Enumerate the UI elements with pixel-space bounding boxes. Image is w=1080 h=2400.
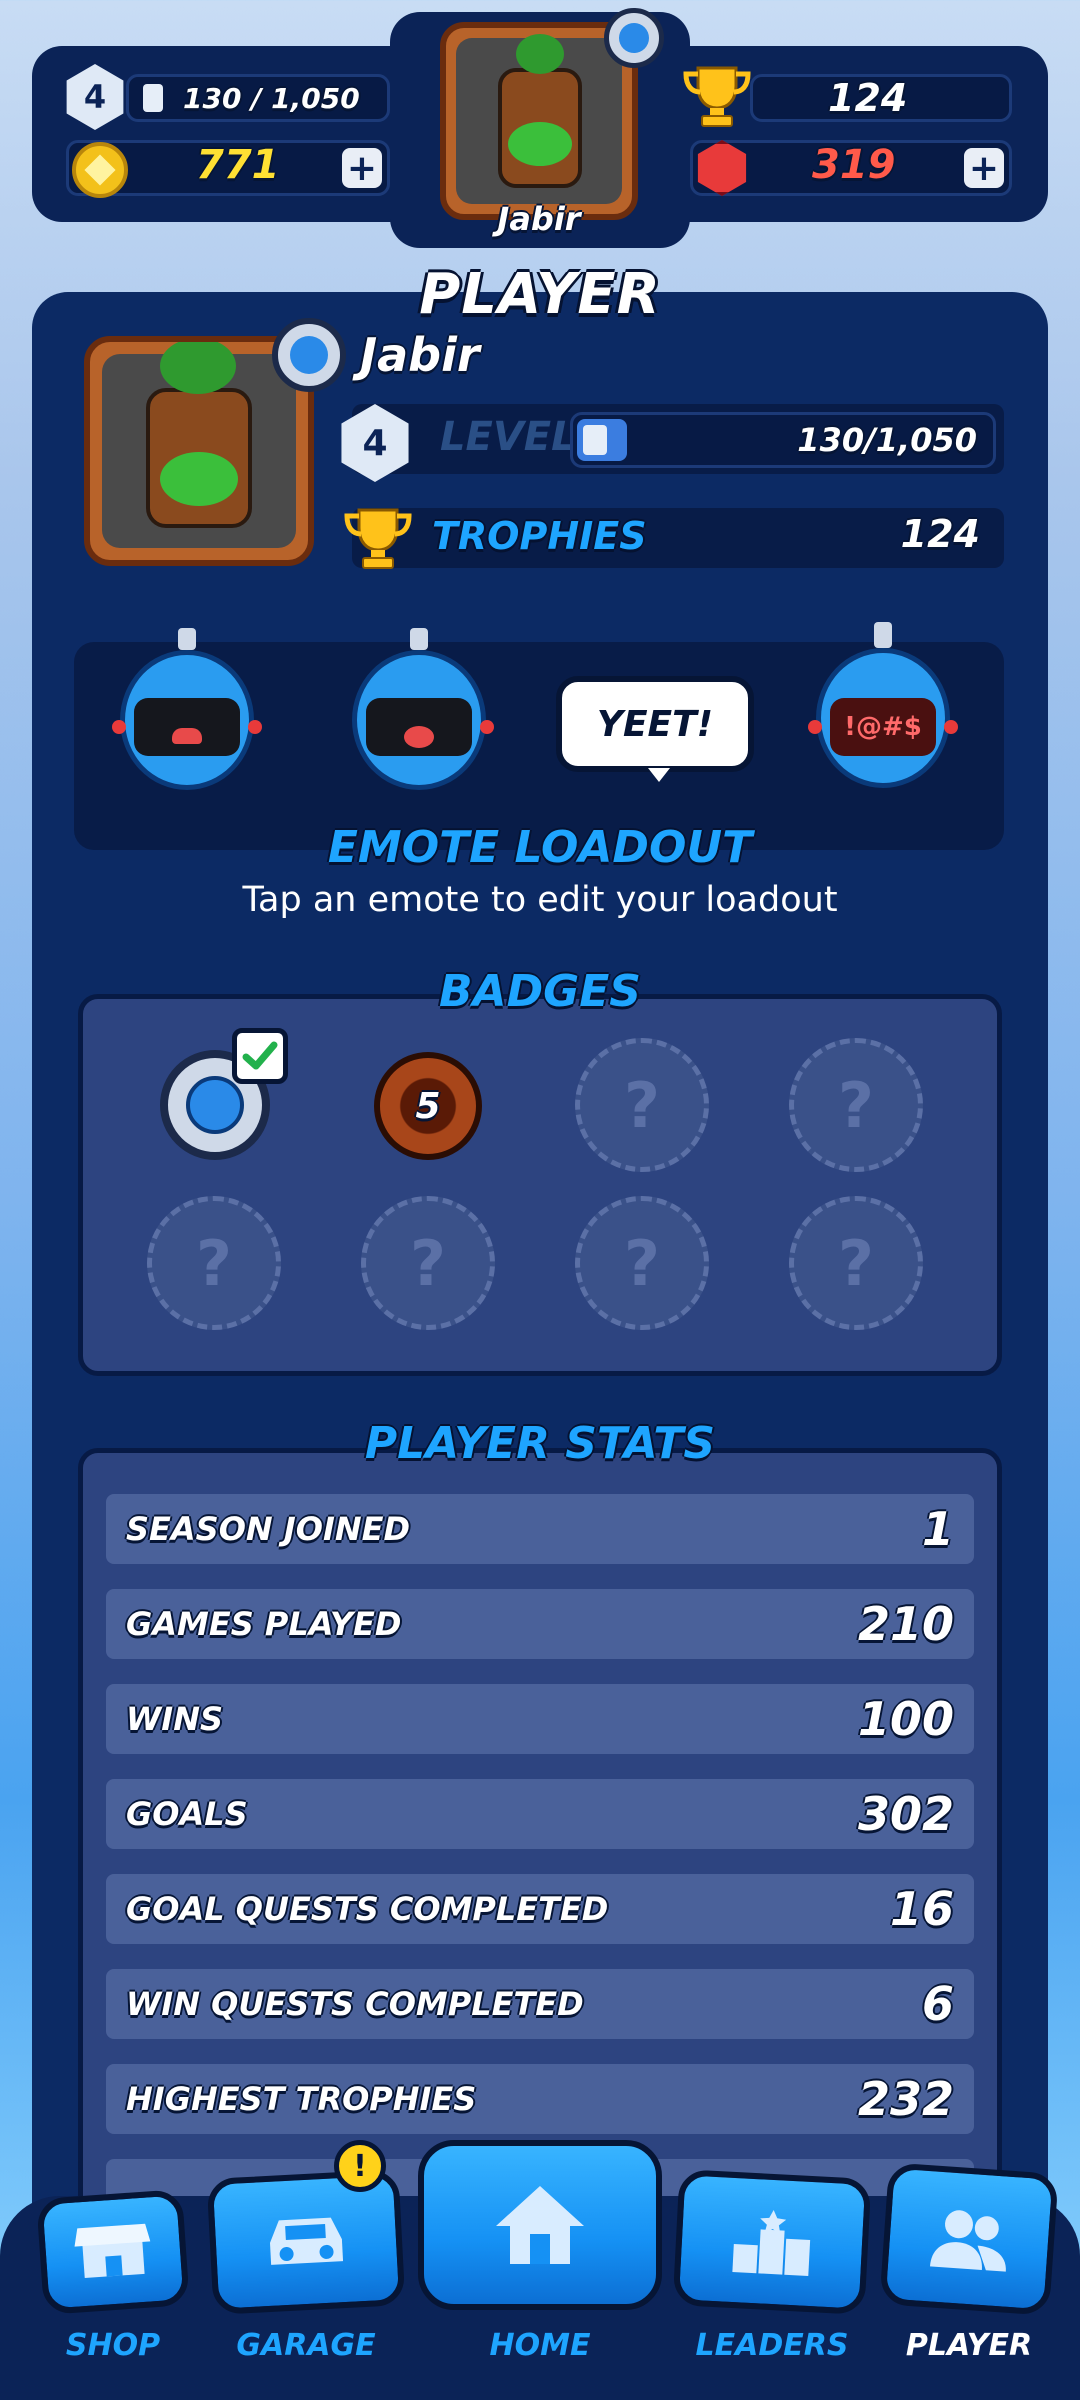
stat-value: 210 — [857, 1597, 954, 1651]
badge-slot-placeholder: ? — [196, 1226, 232, 1300]
profile-level: 4 — [362, 422, 388, 464]
stat-row-games-played: GAMES PLAYED 210 — [106, 1589, 974, 1659]
profile-xp-bar: 130/1,050 — [570, 412, 996, 468]
nav-leaders-button[interactable] — [672, 2169, 872, 2315]
badge-slot-empty[interactable]: ? — [361, 1196, 495, 1330]
car-icon — [269, 2217, 344, 2265]
profile-xp: 130/1,050 — [797, 421, 977, 459]
stat-label: GOAL QUESTS COMPLETED — [126, 1890, 609, 1928]
page-title: PLAYER — [419, 262, 661, 327]
emote-loadout-hint: Tap an emote to edit your loadout — [242, 880, 838, 920]
stat-label: HIGHEST TROPHIES — [126, 2080, 477, 2118]
nav-player-button[interactable] — [879, 2162, 1059, 2316]
profile-trophy-icon — [342, 506, 414, 570]
players-icon — [929, 2210, 1006, 2272]
badge-slot-empty[interactable]: ? — [789, 1196, 923, 1330]
stat-label: SEASON JOINED — [126, 1510, 411, 1548]
shop-icon — [74, 2223, 151, 2279]
emote-yeet-bubble[interactable]: YEET! — [556, 676, 754, 772]
badge-selected-check-icon — [232, 1028, 288, 1084]
nav-garage-label: GARAGE — [236, 2328, 376, 2363]
badge-slot-empty[interactable]: ? — [147, 1196, 281, 1330]
nav-leaders-label: LEADERS — [695, 2328, 849, 2363]
trophies-label: TROPHIES — [432, 514, 647, 558]
stat-row-goal-quests: GOAL QUESTS COMPLETED 16 — [106, 1874, 974, 1944]
emote-crying-helmet[interactable] — [112, 628, 262, 798]
nav-shop-button[interactable] — [36, 2189, 190, 2315]
emote-yeet-text: YEET! — [596, 703, 714, 745]
emote-shocked-helmet[interactable] — [344, 628, 494, 798]
home-icon — [496, 2186, 584, 2264]
stat-label: WINS — [126, 1700, 224, 1738]
stat-label: GOALS — [126, 1795, 248, 1833]
profile-helmet-badge-icon — [272, 318, 346, 392]
badge-slot-empty[interactable]: ? — [789, 1038, 923, 1172]
stat-value: 1 — [921, 1502, 954, 1556]
stat-row-season-joined: SEASON JOINED 1 — [106, 1494, 974, 1564]
header-gems: 319 — [812, 142, 896, 188]
emote-loadout-title: EMOTE LOADOUT — [327, 822, 753, 873]
badge-slot-empty[interactable]: ? — [575, 1196, 709, 1330]
badge-level-5-text: 5 — [415, 1085, 441, 1127]
header-helmet-badge-icon — [604, 8, 664, 68]
player-stats-title: PLAYER STATS — [364, 1418, 716, 1469]
add-gold-button[interactable]: + — [342, 147, 382, 189]
stat-value: 232 — [857, 2072, 954, 2126]
stat-value: 100 — [857, 1692, 954, 1746]
badges-title: BADGES — [439, 966, 641, 1017]
nav-garage-button[interactable] — [206, 2169, 406, 2315]
stat-value: 6 — [921, 1977, 954, 2031]
stat-value: 302 — [857, 1787, 954, 1841]
header-player-name: Jabir — [497, 200, 581, 238]
stat-row-highest-trophies: HIGHEST TROPHIES 232 — [106, 2064, 974, 2134]
header-trophies: 124 — [828, 76, 908, 120]
badge-slot-placeholder: ? — [624, 1068, 660, 1142]
nav-home-button[interactable] — [418, 2140, 662, 2310]
nav-player-label: PLAYER — [905, 2328, 1033, 2363]
badge-slot-placeholder: ? — [838, 1068, 874, 1142]
stat-value: 16 — [889, 1882, 954, 1936]
level-label: LEVEL — [440, 414, 577, 460]
stat-row-goals: GOALS 302 — [106, 1779, 974, 1849]
add-gold-label: + — [346, 147, 378, 189]
profile-name: Jabir — [360, 328, 480, 382]
add-gems-button[interactable]: + — [964, 147, 1004, 189]
header-level: 4 — [83, 78, 107, 116]
emote-cursing-helmet[interactable]: !@#$ — [808, 622, 958, 798]
badge-slot-placeholder: ? — [838, 1226, 874, 1300]
stat-row-win-quests: WIN QUESTS COMPLETED 6 — [106, 1969, 974, 2039]
emote-cursing-screen: !@#$ — [844, 712, 922, 742]
add-gems-label: + — [968, 147, 1000, 189]
stat-row-wins: WINS 100 — [106, 1684, 974, 1754]
leaderboard-icon — [732, 2210, 811, 2276]
garage-alert-badge: ! — [334, 2140, 386, 2192]
stat-label: GAMES PLAYED — [126, 1605, 402, 1643]
xp-cube-icon — [143, 84, 163, 112]
badge-level-5[interactable]: 5 — [374, 1052, 482, 1160]
trophy-icon — [682, 64, 752, 128]
header-gold: 771 — [196, 142, 280, 188]
header-xp: 130 / 1,050 — [183, 81, 360, 115]
badge-slot-placeholder: ? — [624, 1226, 660, 1300]
gold-coin-icon — [72, 142, 128, 198]
profile-xp-cube-icon — [583, 425, 607, 455]
nav-shop-label: SHOP — [65, 2328, 161, 2363]
stat-label: WIN QUESTS COMPLETED — [126, 1985, 584, 2023]
badge-slot-placeholder: ? — [410, 1226, 446, 1300]
nav-home-label: HOME — [489, 2328, 591, 2363]
xp-bar: 130 / 1,050 — [126, 74, 390, 122]
profile-trophies: 124 — [900, 512, 980, 556]
badge-slot-empty[interactable]: ? — [575, 1038, 709, 1172]
garage-alert-text: ! — [353, 2148, 367, 2184]
